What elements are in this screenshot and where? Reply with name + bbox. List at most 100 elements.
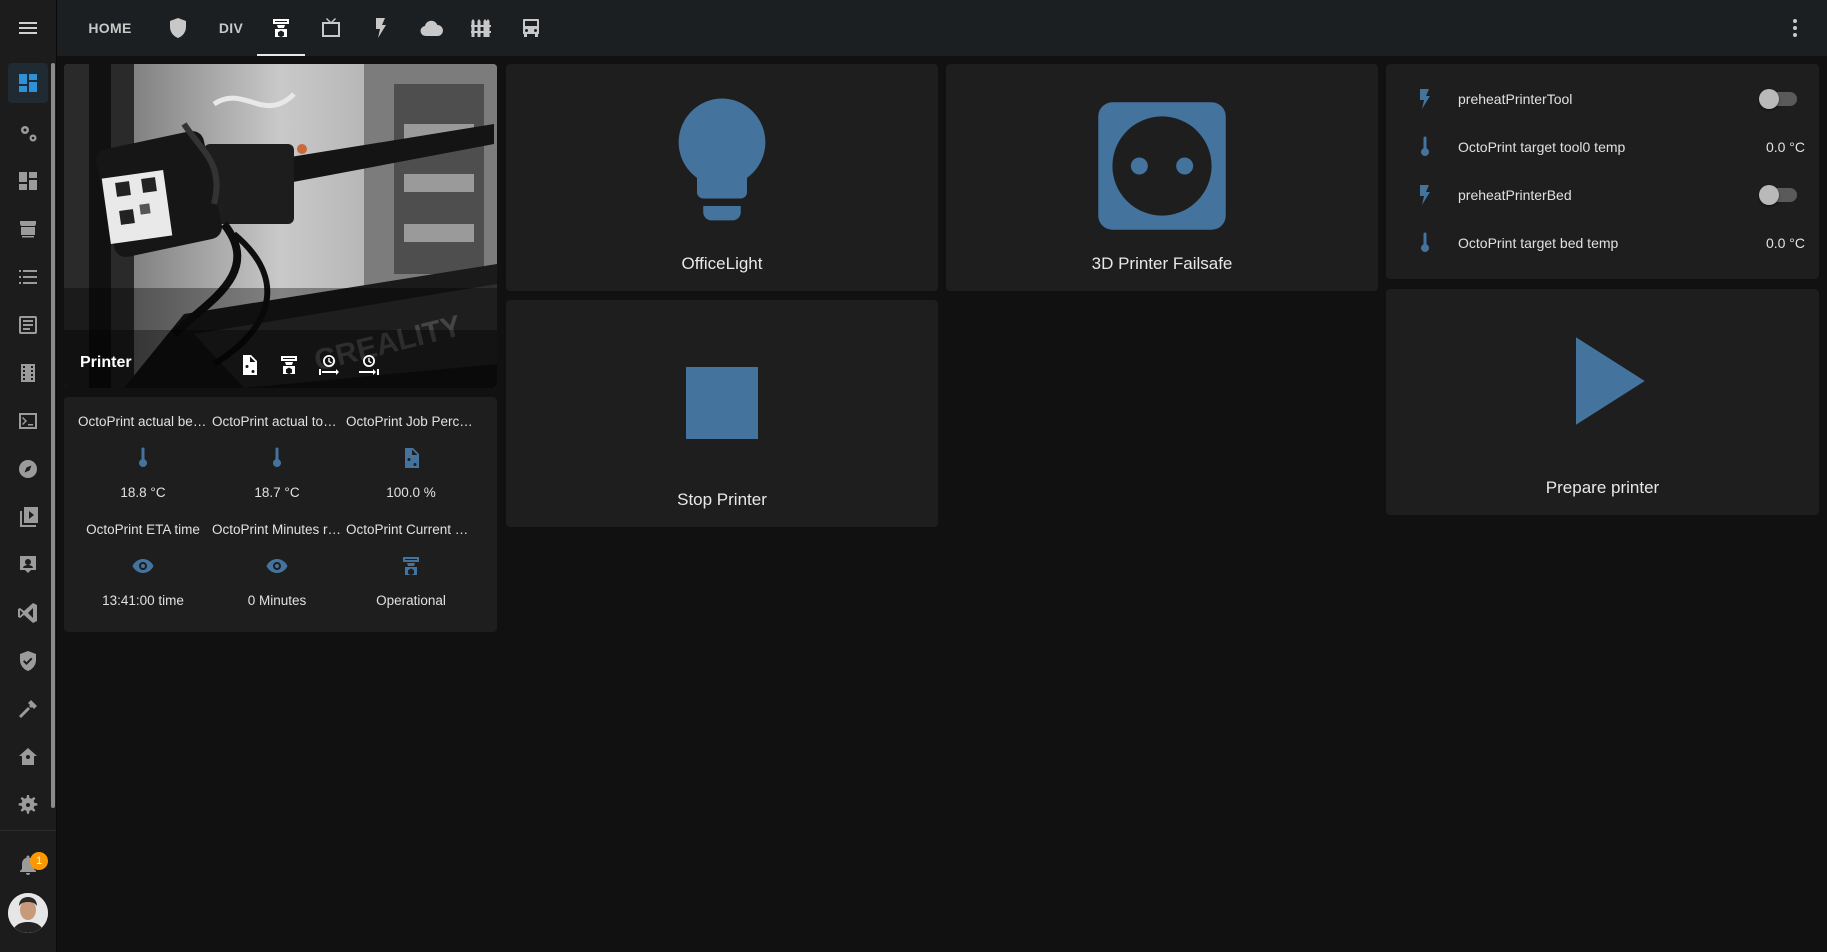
tab-home-label: HOME [88,20,132,36]
cloud-icon [420,20,443,36]
printer-entities-card: preheatPrinterTool OctoPrint target tool… [1386,64,1819,279]
entity-row-preheat-bed[interactable]: preheatPrinterBed [1386,171,1819,219]
hacs-icon [20,221,36,238]
octoprint-glance-card: OctoPrint actual bed temp 18.8 °C OctoPr… [64,397,497,632]
office-light-button[interactable]: OfficeLight [506,64,938,291]
printer-camera-card[interactable]: CREALITY Printer [64,64,497,388]
sidebar-item-terminal[interactable] [8,401,48,441]
stop-printer-label: Stop Printer [677,490,767,509]
tab-energy[interactable] [357,0,405,56]
flash-icon [376,18,386,38]
vscode-icon [18,603,37,623]
printer-state-button[interactable] [277,353,301,377]
compass-icon [19,460,37,478]
clock-end-icon [359,355,379,375]
cog-icon [21,126,37,142]
sidebar-item-media-browser[interactable] [8,497,48,537]
entity-name: preheatPrinterTool [1458,91,1573,107]
list-icon [19,270,37,284]
entity-name: OctoPrint target bed temp [1458,235,1619,251]
menu-icon[interactable] [8,8,48,48]
sidebar-item-security[interactable] [8,641,48,681]
sidebar-item-developer[interactable] [8,689,48,729]
tab-garden[interactable] [457,0,505,56]
dashboard-icon [19,172,37,190]
flash-icon [1413,183,1437,207]
sidebar-item-settings[interactable] [8,785,48,825]
sidebar-item-list[interactable] [8,257,48,297]
sidebar-scrollbar[interactable] [51,63,55,808]
tab-tv[interactable] [307,0,355,56]
thermometer-icon [265,446,289,470]
stop-printer-button[interactable]: Stop Printer [506,300,938,527]
eye-icon [265,554,289,578]
glance-item-eta[interactable]: OctoPrint ETA time 13:41:00 time [76,522,210,608]
sidebar-item-media[interactable] [8,353,48,393]
avatar[interactable] [8,893,48,933]
sidebar-item-config[interactable] [8,113,48,153]
preheat-tool-toggle[interactable] [1759,89,1797,109]
glance-item-bed-temp[interactable]: OctoPrint actual bed temp 18.8 °C [76,414,210,500]
printer-3d-nozzle-icon [399,554,423,578]
glance-item-minutes[interactable]: OctoPrint Minutes remaining 0 Minutes [210,522,344,608]
preheat-bed-toggle[interactable] [1759,185,1797,205]
prepare-printer-button[interactable]: Prepare printer [1386,289,1819,515]
tab-div-label: DIV [218,20,244,36]
entity-state: 0.0 °C [1765,235,1805,251]
tab-transport[interactable] [507,0,555,56]
glance-item-name: OctoPrint Minutes remaining [212,522,344,537]
sidebar: 1 [0,0,57,952]
printer-failsafe-button[interactable]: 3D Printer Failsafe [946,64,1378,291]
glance-item-current-state[interactable]: OctoPrint Current State Operational [344,522,478,608]
eye-icon [131,554,155,578]
print-end-time-button[interactable] [357,353,381,377]
office-light-label: OfficeLight [681,254,763,273]
overflow-menu-button[interactable] [1771,0,1819,56]
flash-icon [1413,87,1437,111]
tv-icon [322,18,340,37]
settings-icon [18,795,38,814]
sidebar-item-compass[interactable] [8,449,48,489]
printer-3d-nozzle-icon [281,356,297,375]
account-box-icon [20,556,36,573]
media-icon [20,507,38,527]
thermometer-icon [1413,135,1437,159]
glance-item-tool-temp[interactable]: OctoPrint actual tool0 temp 18.7 °C [210,414,344,500]
file-percent-icon [399,446,423,470]
printer-3d-icon [273,19,289,38]
thermometer-icon [1413,231,1437,255]
glance-item-job-percentage[interactable]: OctoPrint Job Percentage 100.0 % [344,414,478,500]
sidebar-item-dashboard[interactable] [8,161,48,201]
tab-weather[interactable] [407,0,455,56]
entity-row-target-tool-temp[interactable]: OctoPrint target tool0 temp 0.0 °C [1386,123,1819,171]
tab-security[interactable] [154,0,202,56]
dots-vertical-icon [1793,19,1797,37]
glance-item-name: OctoPrint Current State [346,522,478,537]
sidebar-item-hacs[interactable] [8,209,48,249]
glance-item-state: 100.0 % [386,485,436,500]
camera-title: Printer [80,354,132,371]
tab-printer[interactable] [257,0,305,56]
glance-item-state: 18.7 °C [254,485,300,500]
home-assistant-icon [19,748,37,765]
film-icon [21,364,35,382]
tab-home[interactable]: HOME [78,0,142,56]
glance-item-state: 18.8 °C [120,485,166,500]
shield-check-icon [20,651,36,671]
terminal-icon [19,413,37,429]
print-start-time-button[interactable] [317,353,341,377]
sidebar-item-store[interactable] [8,737,48,777]
sidebar-item-account[interactable] [8,545,48,585]
entity-row-target-bed-temp[interactable]: OctoPrint target bed temp 0.0 °C [1386,219,1819,267]
glance-item-name: OctoPrint actual tool0 temp [212,414,344,429]
sidebar-item-log[interactable] [8,305,48,345]
entity-row-preheat-tool[interactable]: preheatPrinterTool [1386,75,1819,123]
tab-div[interactable]: DIV [207,0,255,56]
lightbulb-icon [678,98,766,221]
sidebar-item-overview[interactable] [8,63,48,103]
sidebar-item-vscode[interactable] [8,593,48,633]
log-icon [19,316,37,334]
glance-item-state: Operational [376,593,446,608]
job-percentage-button[interactable] [237,353,261,377]
notification-badge: 1 [30,852,48,870]
